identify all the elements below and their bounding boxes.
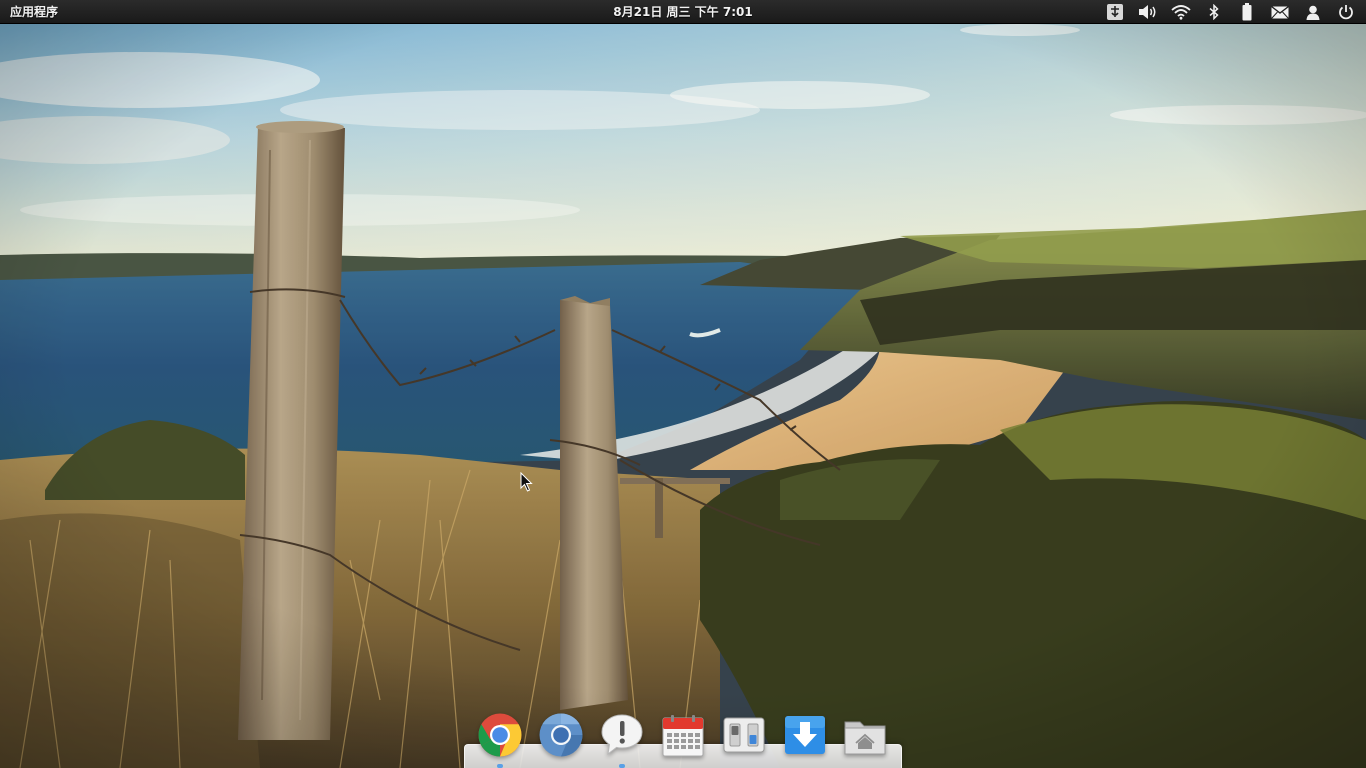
top-panel: 应用程序 8月21日 周三 下午 7:01	[0, 0, 1366, 24]
running-indicator	[619, 764, 626, 768]
user-icon	[1306, 5, 1319, 20]
dock-item-chromium[interactable]	[537, 712, 585, 768]
chromium-icon	[539, 713, 583, 757]
dock-item-google-chrome[interactable]	[476, 712, 524, 768]
messages-indicator[interactable]	[1263, 0, 1296, 24]
chrome-icon	[478, 713, 522, 757]
mouse-cursor	[520, 471, 534, 496]
shutdown-indicator[interactable]	[1329, 0, 1362, 24]
pointer-arrow-icon	[520, 471, 533, 492]
dock-item-system-settings[interactable]	[720, 712, 768, 768]
dock-item-files[interactable]	[841, 712, 889, 768]
switchboard-icon	[723, 717, 765, 753]
notification-bubble-icon	[601, 714, 643, 756]
keyboard-layout-icon	[1106, 4, 1123, 20]
power-battery-indicator[interactable]	[1230, 0, 1263, 24]
applications-menu-button[interactable]: 应用程序	[10, 0, 58, 24]
network-indicator[interactable]	[1164, 0, 1197, 24]
desktop-wallpaper	[0, 0, 1366, 768]
power-icon	[1338, 5, 1353, 20]
calendar-icon	[662, 715, 704, 757]
indicator-area	[1098, 0, 1362, 24]
keyboard-layout-indicator[interactable]	[1098, 0, 1131, 24]
volume-indicator[interactable]	[1131, 0, 1164, 24]
dock-item-calendar[interactable]	[659, 712, 707, 768]
wifi-icon	[1170, 5, 1191, 20]
running-indicator	[497, 764, 504, 768]
home-folder-icon	[844, 721, 886, 755]
battery-icon	[1242, 3, 1251, 21]
bluetooth-icon	[1209, 4, 1219, 20]
session-user-indicator[interactable]	[1296, 0, 1329, 24]
bluetooth-indicator[interactable]	[1197, 0, 1230, 24]
volume-icon	[1138, 5, 1155, 19]
dock-item-notifications[interactable]	[598, 712, 646, 768]
dock-item-downloads[interactable]	[781, 712, 829, 768]
dock-items	[466, 712, 900, 768]
clock-datetime[interactable]: 8月21日 周三 下午 7:01	[613, 5, 752, 19]
mail-icon	[1270, 5, 1289, 19]
download-arrow-icon	[784, 716, 825, 754]
